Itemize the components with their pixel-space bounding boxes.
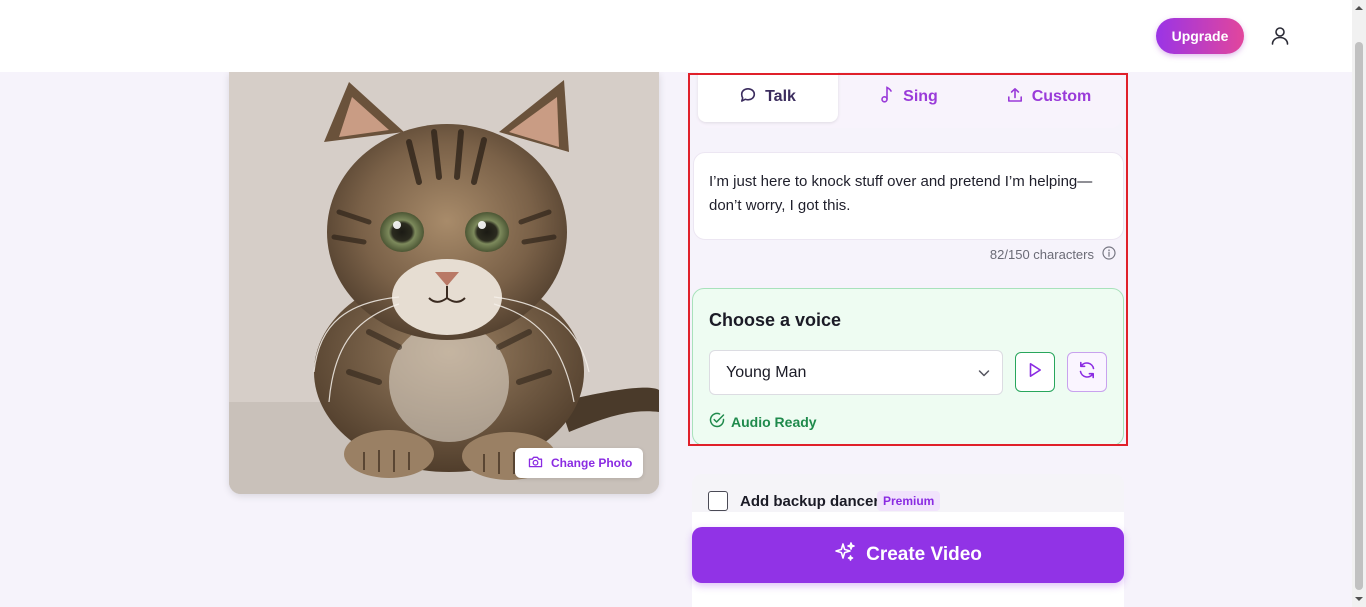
top-bar: Upgrade <box>0 0 1352 72</box>
upgrade-button[interactable]: Upgrade <box>1156 18 1244 54</box>
refresh-icon <box>1077 360 1097 385</box>
change-photo-button[interactable]: Change Photo <box>515 448 643 478</box>
page-scrollbar[interactable] <box>1352 0 1366 607</box>
audio-status: Audio Ready <box>709 412 817 431</box>
user-icon[interactable] <box>1268 24 1292 48</box>
sparkle-icon <box>834 541 856 569</box>
script-textarea[interactable]: I’m just here to knock stuff over and pr… <box>693 152 1124 240</box>
info-icon[interactable] <box>1102 245 1116 263</box>
photo-preview: Change Photo <box>229 72 659 494</box>
character-count-text: 82/150 characters <box>989 246 1094 262</box>
scroll-down-arrow-icon[interactable] <box>1355 595 1363 603</box>
voice-title: Choose a voice <box>709 310 842 330</box>
upload-icon <box>1007 87 1023 108</box>
character-counter: 82/150 characters <box>960 245 1116 263</box>
voice-selected-value: Young Man <box>726 363 807 381</box>
camera-icon <box>528 455 543 471</box>
backup-dancers-checkbox[interactable] <box>708 491 728 511</box>
check-circle-icon <box>709 412 725 431</box>
play-voice-button[interactable] <box>1015 352 1055 392</box>
audio-status-label: Audio Ready <box>731 413 817 430</box>
tab-custom[interactable]: Custom <box>979 72 1119 122</box>
backup-dancers-label: Add backup dancers <box>740 493 888 510</box>
play-icon <box>1027 362 1043 383</box>
tab-sing[interactable]: Sing <box>839 72 979 122</box>
regenerate-audio-button[interactable] <box>1067 352 1107 392</box>
create-video-button[interactable]: Create Video <box>692 527 1124 583</box>
voice-select[interactable]: Young Man <box>709 350 1003 395</box>
kitten-image <box>229 72 659 494</box>
voice-panel: Choose a voice Young Man Audio Ready <box>692 288 1124 446</box>
music-note-icon <box>880 86 894 108</box>
scroll-up-arrow-icon[interactable] <box>1355 4 1363 12</box>
tab-custom-label: Custom <box>1031 88 1092 105</box>
chevron-down-icon <box>976 365 992 381</box>
options-panel: Add backup dancers Premium <box>692 474 1124 512</box>
change-photo-label: Change Photo <box>551 456 633 470</box>
mode-tabs: Talk Sing Custom <box>697 72 1121 128</box>
tab-sing-label: Sing <box>903 88 938 105</box>
tab-talk[interactable]: Talk <box>698 72 838 122</box>
tab-talk-label: Talk <box>765 88 796 105</box>
create-video-label: Create Video <box>866 544 982 565</box>
premium-badge: Premium <box>877 491 941 511</box>
speech-bubble-icon <box>740 87 756 108</box>
scrollbar-thumb[interactable] <box>1355 42 1363 590</box>
